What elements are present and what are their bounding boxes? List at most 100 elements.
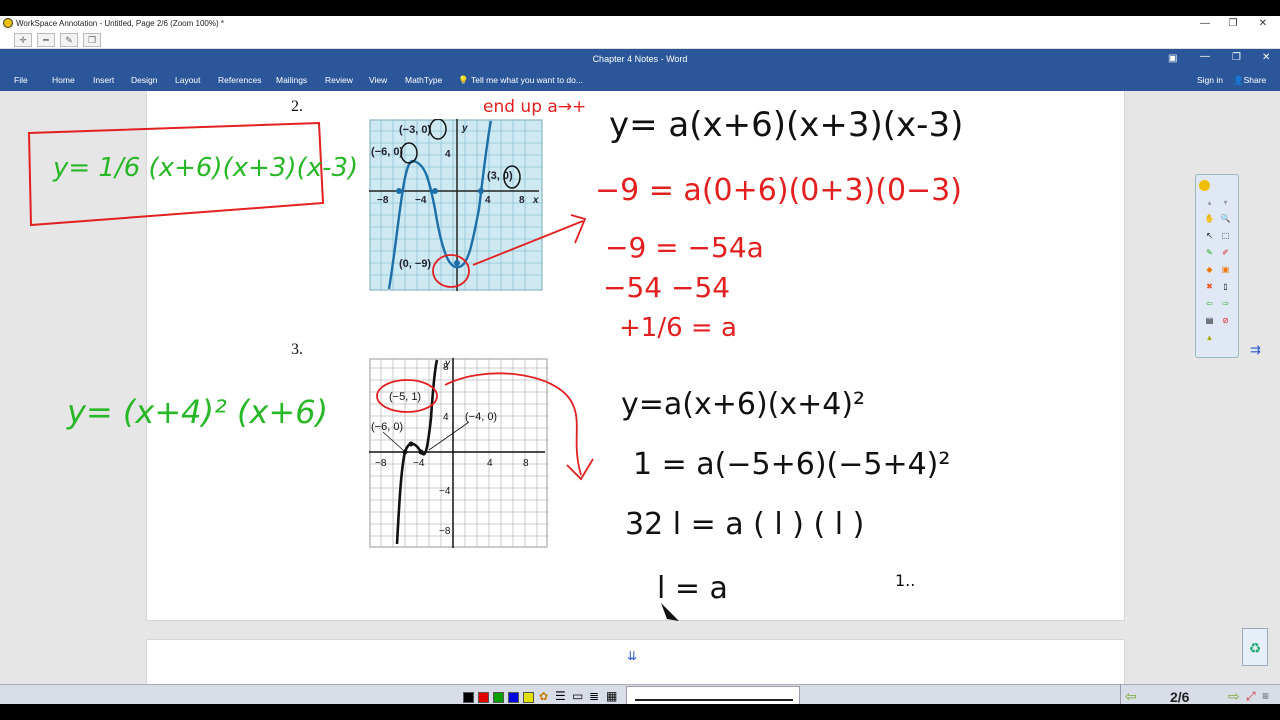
- problem-3-number: 3.: [291, 341, 303, 358]
- p3-axis-y: y: [444, 358, 451, 369]
- p2-point-0-neg9: (0, −9): [399, 258, 431, 270]
- expand-panel-icon[interactable]: ⇉: [1250, 342, 1261, 358]
- minus-icon[interactable]: ━: [37, 33, 55, 47]
- ribbon-tabs: File Home Insert Design Layout Reference…: [0, 69, 1280, 91]
- p3-step-3: 32 l = a ( l ) ( l ): [625, 507, 865, 542]
- p2-step-2: −9 = a(0+6)(0+3)(0−3): [595, 173, 962, 208]
- scroll-down-icon[interactable]: ▾: [1220, 197, 1231, 208]
- title-bar: WorkSpace Annotation - Untitled, Page 2/…: [0, 16, 1280, 31]
- color-swatch-red[interactable]: [478, 692, 489, 703]
- p3-point-neg5-1: (−5, 1): [389, 391, 421, 403]
- p2-tick-y-4: 4: [445, 149, 451, 160]
- menu-icon[interactable]: ≡: [1262, 689, 1269, 703]
- save-icon[interactable]: ▤: [1204, 315, 1215, 326]
- sign-in-link[interactable]: Sign in: [1197, 75, 1223, 85]
- end-behavior-note: end up a→+: [483, 97, 587, 117]
- document-page: 2. y= 1/6 (x+6)(x+3)(x-3) −8 −4 4 8 x y …: [27, 91, 1125, 621]
- tab-layout[interactable]: Layout: [175, 75, 201, 85]
- tab-mathtype[interactable]: MathType: [405, 75, 442, 85]
- shape-icon[interactable]: ◆: [1204, 264, 1215, 275]
- arrow-icon: [472, 214, 587, 266]
- zoom-icon[interactable]: 🔍: [1220, 213, 1231, 224]
- color-swatch-green[interactable]: [493, 692, 504, 703]
- dash-style-icon[interactable]: ≣: [589, 689, 599, 703]
- edit-icon[interactable]: ✎: [60, 33, 78, 47]
- palette-logo-icon: [1199, 180, 1210, 191]
- person-icon: 👤: [1233, 75, 1244, 85]
- p2-point-neg3: (−3, 0): [399, 124, 431, 136]
- copy-icon[interactable]: ❐: [83, 33, 101, 47]
- color-swatch-yellow[interactable]: [523, 692, 534, 703]
- pen-cursor-icon: [661, 603, 679, 621]
- tab-file[interactable]: File: [14, 75, 28, 85]
- p2-tick-x-neg8: −8: [377, 195, 389, 206]
- word-close-button[interactable]: ✕: [1262, 52, 1270, 63]
- tab-mailings[interactable]: Mailings: [276, 75, 307, 85]
- redo-icon[interactable]: ⇨: [1220, 298, 1231, 309]
- problem-2-answer: y= 1/6 (x+6)(x+3)(x-3): [53, 153, 359, 183]
- fill-icon[interactable]: ▣: [1220, 264, 1231, 275]
- p2-tick-x-8: 8: [519, 195, 525, 206]
- tab-review[interactable]: Review: [325, 75, 353, 85]
- next-page-button[interactable]: ⇨: [1228, 688, 1240, 704]
- tell-me-search[interactable]: Tell me what you want to do...: [471, 75, 583, 85]
- pointer-icon[interactable]: ↖: [1204, 230, 1215, 241]
- problem-2-number: 2.: [291, 98, 303, 115]
- select-icon[interactable]: ⬚: [1220, 230, 1231, 241]
- document-area: 2. y= 1/6 (x+6)(x+3)(x-3) −8 −4 4 8 x y …: [0, 91, 1280, 699]
- window-title: WorkSpace Annotation - Untitled, Page 2/…: [16, 19, 224, 28]
- line-preview[interactable]: [626, 686, 800, 704]
- document-title: Chapter 4 Notes - Word: [592, 54, 688, 64]
- workspace-toolbar: ✛ ━ ✎ ❐: [0, 31, 1280, 49]
- word-minimize-button[interactable]: —: [1200, 51, 1210, 62]
- palette-picker-icon[interactable]: ✿: [539, 690, 548, 703]
- p3-tick-y-neg8: −8: [439, 526, 451, 537]
- p2-step-1: y= a(x+6)(x+3)(x-3): [609, 105, 964, 145]
- p2-tick-x-4: 4: [485, 195, 491, 206]
- word-title-bar: Chapter 4 Notes - Word ▣ — ❐ ✕: [0, 49, 1280, 69]
- p3-tick-x-neg8: −8: [375, 458, 387, 469]
- prev-page-button[interactable]: ⇦: [1125, 688, 1137, 704]
- p2-tick-x-neg4: −4: [415, 195, 427, 206]
- hand-icon[interactable]: ✋: [1204, 213, 1215, 224]
- minimize-button[interactable]: —: [1192, 16, 1218, 31]
- recycle-icon[interactable]: ♻: [1242, 628, 1268, 666]
- ribbon-display-icon[interactable]: ▣: [1168, 53, 1177, 64]
- share-button[interactable]: 👤Share: [1233, 75, 1266, 86]
- gallery-icon[interactable]: ▲: [1204, 332, 1215, 343]
- word-restore-button[interactable]: ❐: [1232, 52, 1241, 63]
- tab-insert[interactable]: Insert: [93, 75, 114, 85]
- maximize-button[interactable]: ❐: [1220, 16, 1246, 31]
- scroll-down-double-icon[interactable]: ⇊: [627, 649, 637, 663]
- color-swatch-blue[interactable]: [508, 692, 519, 703]
- app-icon: [3, 18, 13, 28]
- lightbulb-icon: 💡: [458, 75, 469, 85]
- tab-view[interactable]: View: [369, 75, 387, 85]
- pattern-icon[interactable]: ▦: [606, 689, 617, 703]
- line-style-icon[interactable]: ▭: [572, 689, 583, 703]
- pen-icon[interactable]: ✎: [1204, 247, 1215, 258]
- plus-icon[interactable]: ✛: [14, 33, 32, 47]
- line-preview-stroke: [635, 699, 793, 701]
- divider: [1120, 684, 1121, 704]
- p2-point-3: (3, 0): [487, 170, 513, 182]
- fullscreen-icon[interactable]: ⤢: [1246, 689, 1256, 704]
- highlighter-icon[interactable]: ✐: [1220, 247, 1231, 258]
- page-icon[interactable]: ▯: [1220, 281, 1231, 292]
- tab-references[interactable]: References: [218, 75, 261, 85]
- p3-tick-x-neg4: −4: [413, 458, 425, 469]
- line-width-icon[interactable]: ☰: [555, 689, 566, 703]
- eraser-icon[interactable]: ✖: [1204, 281, 1215, 292]
- close-button[interactable]: ✕: [1250, 16, 1276, 31]
- p3-step-2: 1 = a(−5+6)(−5+4)²: [633, 447, 951, 482]
- undo-icon[interactable]: ⇦: [1204, 298, 1215, 309]
- scroll-up-icon[interactable]: ▴: [1204, 197, 1215, 208]
- stop-icon[interactable]: ⊘: [1220, 315, 1231, 326]
- tab-design[interactable]: Design: [131, 75, 157, 85]
- share-label: Share: [1243, 75, 1267, 85]
- color-swatch-black[interactable]: [463, 692, 474, 703]
- p3-point-neg6-0: (−6, 0): [371, 421, 403, 433]
- p2-axis-x: x: [532, 195, 539, 206]
- tab-home[interactable]: Home: [52, 75, 75, 85]
- p2-point-neg6: (−6, 0): [371, 146, 403, 158]
